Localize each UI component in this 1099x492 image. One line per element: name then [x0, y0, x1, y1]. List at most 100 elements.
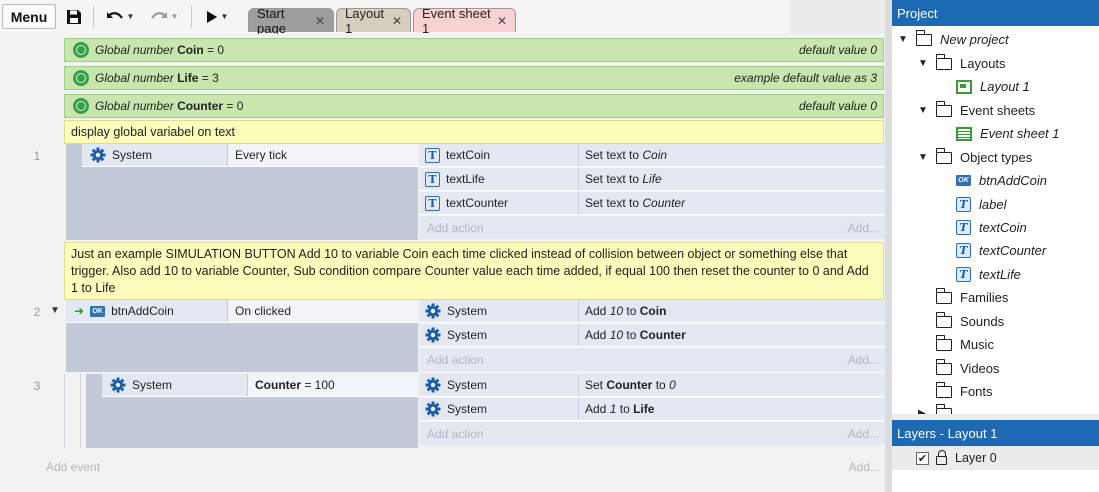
add-action-button[interactable]: Add action Add...	[419, 348, 885, 371]
close-icon[interactable]: ✕	[315, 14, 325, 28]
event-number: 3	[33, 379, 41, 393]
global-var-prefix: Global number	[95, 71, 174, 85]
tree-label: Event sheets	[960, 103, 1036, 118]
tree-label: btnAddCoin	[979, 173, 1047, 188]
tree-item-more[interactable]: ▶	[918, 402, 960, 414]
layout-icon	[956, 79, 972, 94]
tree-item-object[interactable]: Tlabel	[956, 193, 1006, 216]
save-button[interactable]	[62, 4, 86, 29]
folder-icon	[935, 287, 952, 304]
undo-button[interactable]: ▼	[100, 4, 140, 29]
action-object-name: System	[447, 328, 488, 342]
tree-item-layout-1[interactable]: Layout 1	[956, 75, 1030, 98]
action-target: Counter	[639, 328, 686, 342]
action-value: Life	[642, 172, 662, 186]
action-row[interactable]: System Set Counter to 0	[419, 374, 885, 397]
global-var-comment: example default value as 3	[734, 71, 877, 85]
chevron-down-icon[interactable]: ▼	[918, 105, 930, 116]
preview-button[interactable]: ▼	[198, 4, 236, 29]
layer-row[interactable]: ✔ Layer 0	[892, 446, 1099, 470]
action-target: Counter	[606, 378, 653, 392]
folder-icon	[935, 147, 952, 164]
collapse-toggle-icon[interactable]: ▼	[50, 305, 60, 316]
action-number: 0	[669, 378, 676, 392]
global-variable-life[interactable]: Global number Life = 3 example default v…	[64, 66, 884, 90]
condition-object-name: System	[132, 378, 173, 392]
tree-label: Music	[960, 337, 994, 352]
tree-item-sounds[interactable]: Sounds	[935, 310, 1004, 333]
tree-item-object[interactable]: OK btnAddCoin	[956, 169, 1047, 192]
action-connector: to	[655, 378, 666, 392]
chevron-down-icon[interactable]: ▼	[918, 58, 930, 69]
add-event-button[interactable]: Add event	[46, 460, 100, 474]
tree-item-layouts[interactable]: ▼ Layouts	[918, 52, 1006, 75]
action-row[interactable]: TtextCoin Set text to Coin	[419, 144, 885, 167]
tree-item-object[interactable]: TtextCoin	[956, 216, 1027, 239]
condition-object-name: System	[112, 148, 153, 162]
tree-item-videos[interactable]: Videos	[935, 357, 1000, 380]
tree-item-fonts[interactable]: Fonts	[935, 380, 993, 403]
add-event-more[interactable]: Add...	[849, 460, 880, 474]
tree-item-object-types[interactable]: ▼ Object types	[918, 146, 1032, 169]
event-number: 2	[33, 305, 41, 319]
scrollbar[interactable]	[885, 0, 892, 492]
add-action-button[interactable]: Add action Add...	[419, 216, 885, 239]
panel-title: Layers - Layout 1	[892, 420, 1099, 446]
action-row[interactable]: TtextLife Set text to Life	[419, 168, 885, 191]
action-text: Set text to Counter	[579, 192, 885, 214]
unlock-icon[interactable]	[936, 450, 947, 465]
condition-variable: Counter	[255, 378, 301, 392]
tab-layout-1[interactable]: Layout 1 ✕	[336, 6, 411, 36]
comment-display-text[interactable]: display global variabel on text	[64, 120, 884, 144]
global-var-comment: default value 0	[798, 43, 877, 57]
visibility-checkbox[interactable]: ✔	[916, 451, 929, 465]
global-var-value: = 3	[201, 71, 219, 85]
condition-row[interactable]: ➜ OK btnAddCoin On clicked	[66, 300, 418, 323]
menu-button[interactable]: Menu	[2, 4, 56, 29]
action-number: 10	[609, 328, 624, 342]
condition-row[interactable]: System Every tick	[82, 144, 418, 167]
close-icon[interactable]: ✕	[497, 14, 507, 28]
folder-icon	[935, 358, 952, 375]
action-row[interactable]: System Add 10 to Coin	[419, 300, 885, 323]
gear-icon	[425, 327, 441, 343]
tree-label: Families	[960, 290, 1009, 305]
tree-item-families[interactable]: Families	[935, 286, 1009, 309]
tree-label: Videos	[960, 361, 1000, 376]
tree-item-project[interactable]: ▼ New project	[898, 28, 1009, 51]
event-sheet-icon	[956, 126, 972, 141]
tree-item-object[interactable]: TtextLife	[956, 263, 1021, 286]
chevron-down-icon[interactable]: ▼	[918, 152, 930, 163]
tree-item-object[interactable]: TtextCounter	[956, 239, 1046, 262]
gear-icon	[425, 401, 441, 417]
action-verb: Set	[585, 378, 604, 392]
close-icon[interactable]: ✕	[392, 14, 402, 28]
tree-item-music[interactable]: Music	[935, 333, 994, 356]
global-variable-coin[interactable]: Global number Coin = 0 default value 0	[64, 38, 884, 62]
action-row[interactable]: System Add 10 to Counter	[419, 324, 885, 347]
action-target: Coin	[639, 304, 667, 318]
tree-item-event-sheets[interactable]: ▼ Event sheets	[918, 99, 1035, 122]
gear-icon	[425, 377, 441, 393]
add-action-more: Add...	[847, 426, 879, 441]
chevron-down-icon[interactable]: ▼	[898, 34, 910, 45]
action-object: TtextCoin	[419, 144, 579, 166]
condition-row[interactable]: System Counter = 100	[102, 374, 418, 397]
text-object-icon: T	[956, 267, 971, 282]
add-action-button[interactable]: Add action Add...	[419, 422, 885, 445]
comment-simulation-button[interactable]: Just an example SIMULATION BUTTON Add 10…	[64, 242, 884, 300]
text-object-icon: T	[956, 243, 971, 258]
tree-item-event-sheet-1[interactable]: Event sheet 1	[956, 122, 1060, 145]
action-object-name: System	[447, 304, 488, 318]
toolbar-separator	[93, 6, 94, 28]
action-row[interactable]: System Add 1 to Life	[419, 398, 885, 421]
action-number: 1	[609, 402, 617, 416]
tab-start-page[interactable]: Start page ✕	[248, 6, 334, 36]
chevron-right-icon[interactable]: ▶	[918, 408, 930, 414]
tab-event-sheet-1[interactable]: Event sheet 1 ✕	[413, 6, 516, 36]
action-object-name: textLife	[446, 172, 485, 186]
action-object-name: textCounter	[446, 196, 509, 210]
global-variable-counter[interactable]: Global number Counter = 0 default value …	[64, 94, 884, 118]
redo-button[interactable]: ▼	[144, 4, 184, 29]
action-row[interactable]: TtextCounter Set text to Counter	[419, 192, 885, 215]
